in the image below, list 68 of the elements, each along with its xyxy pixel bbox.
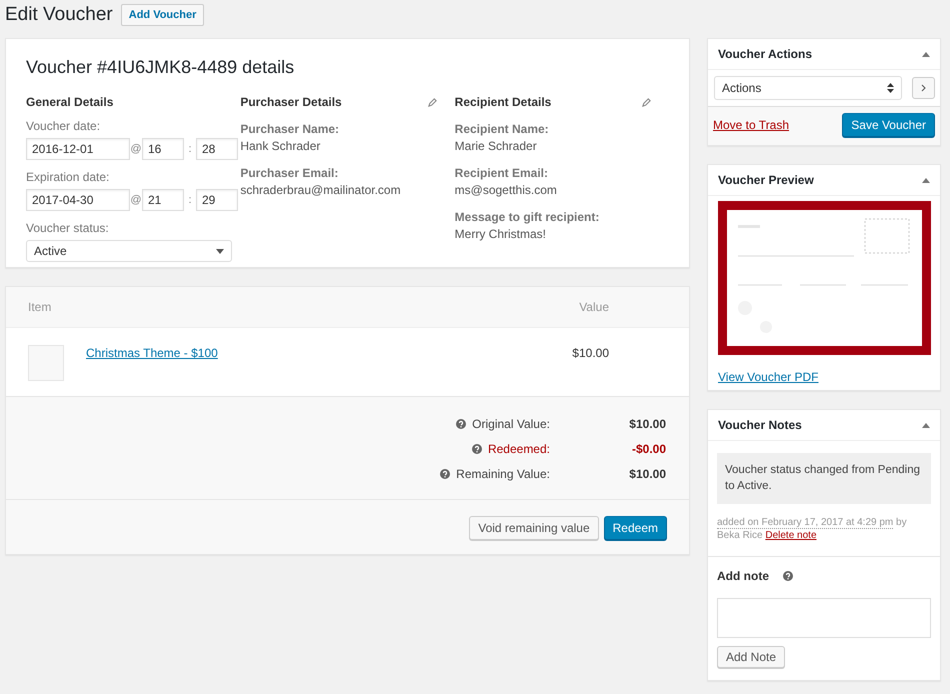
field-label: Expiration date: [26, 170, 110, 184]
item-value: $10.00 [572, 346, 609, 360]
add-voucher-button[interactable]: Add Voucher [120, 4, 204, 26]
collapse-icon[interactable] [922, 422, 930, 428]
collapse-icon[interactable] [922, 178, 930, 182]
column-header: Value [579, 300, 609, 314]
page-title: Edit Voucher [5, 4, 113, 26]
hour-field[interactable]: 21 [142, 189, 184, 211]
thumbnail [28, 345, 64, 381]
section-heading: Recipient Details [454, 95, 552, 109]
void-button[interactable]: Void remaining value [469, 516, 599, 540]
status-dropdown[interactable]: Active [26, 240, 232, 262]
field-label: Voucher status: [26, 221, 110, 235]
panel-title: Voucher Actions [718, 47, 812, 61]
hour-field[interactable]: 16 [142, 138, 184, 160]
field-value: Hank Schrader [240, 139, 322, 153]
note-field[interactable] [717, 598, 931, 638]
field-value: Marie Schrader [454, 139, 538, 153]
total-label: Redeemed: [488, 442, 550, 456]
help-icon[interactable] [472, 444, 482, 454]
field-value: schraderbrau@mailinator.com [240, 183, 402, 197]
total-value: $10.00 [628, 467, 666, 481]
at-sign: @ [130, 194, 142, 206]
field-label: Recipient Name: [454, 122, 550, 136]
field-label: Recipient Email: [454, 166, 550, 180]
panel-title: Voucher Preview [718, 173, 814, 187]
minute-field[interactable]: 29 [196, 189, 238, 211]
field-label: Message to gift recipient: [454, 210, 600, 224]
panel-title: Voucher Notes [718, 418, 802, 432]
pdf-link[interactable]: View Voucher PDF [718, 370, 930, 384]
help-icon[interactable] [456, 419, 466, 429]
help-icon[interactable] [440, 469, 450, 479]
field-label: Purchaser Name: [240, 122, 340, 136]
add-note-label: Add note [717, 569, 769, 583]
item-link[interactable]: Christmas Theme - $100 [86, 346, 572, 360]
colon: : [187, 143, 193, 155]
help-icon[interactable] [783, 571, 793, 581]
date-field[interactable]: 2017-04-30 [26, 189, 130, 211]
column-header: Item [28, 300, 52, 314]
total-label: Original Value: [472, 417, 550, 431]
delete-note-link[interactable]: Delete note [765, 530, 817, 541]
redeem-button[interactable]: Redeem [604, 516, 667, 540]
colon: : [187, 194, 193, 206]
add-note-button[interactable]: Add Note [717, 646, 786, 668]
field-label: Purchaser Email: [240, 166, 340, 180]
save-button[interactable]: Save Voucher [842, 113, 935, 137]
section-heading: Purchaser Details [240, 95, 342, 109]
at-sign: @ [130, 143, 142, 155]
actions-dropdown[interactable]: Actions [714, 76, 902, 100]
total-value: -$0.00 [630, 442, 666, 456]
total-label: Remaining Value: [456, 467, 550, 481]
field-label: Voucher date: [26, 119, 102, 133]
field-value: Merry Christmas! [454, 227, 547, 241]
field-value: ms@sogetthis.com [454, 183, 558, 197]
spinner-arrows-icon [887, 83, 894, 93]
pencil-icon[interactable] [428, 98, 437, 106]
trash-link[interactable]: Move to Trash [713, 118, 790, 132]
pencil-icon[interactable] [642, 98, 651, 106]
section-heading: General Details [26, 95, 114, 109]
note-meta: added on February 17, 2017 at 4:29 pm by Beka Rice Delete note [717, 516, 908, 542]
chevron-right-icon [921, 84, 926, 92]
date-field[interactable]: 2016-12-01 [26, 138, 130, 160]
caret-icon [216, 248, 224, 254]
note-text: Voucher status changed from Pending to Active. [717, 453, 931, 504]
collapse-icon[interactable] [922, 52, 930, 56]
details-title: Voucher #4IU6JMK8-4489 details [26, 57, 296, 78]
minute-field[interactable]: 28 [196, 138, 238, 160]
total-value: $10.00 [628, 417, 666, 431]
